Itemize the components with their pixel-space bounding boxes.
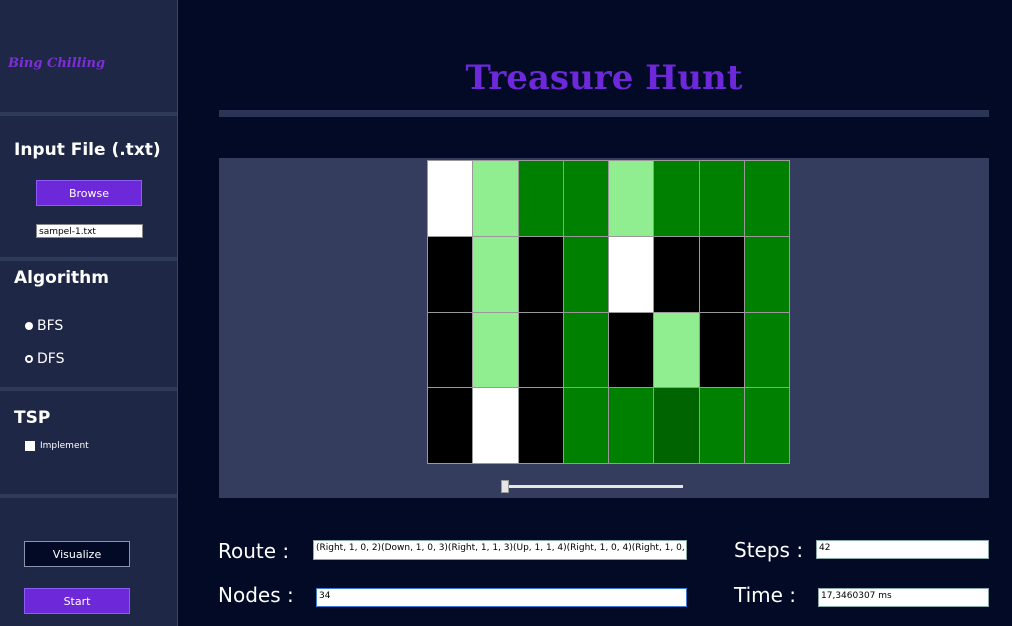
grid-cell bbox=[428, 236, 473, 312]
grid-cell bbox=[609, 312, 654, 388]
grid-cell bbox=[654, 312, 699, 388]
radio-bfs[interactable]: BFS bbox=[25, 318, 63, 334]
radio-dfs-indicator[interactable] bbox=[25, 355, 33, 363]
radio-bfs-indicator[interactable] bbox=[25, 322, 33, 330]
grid-cell bbox=[744, 236, 789, 312]
nodes-label: Nodes : bbox=[218, 583, 294, 607]
grid-cell bbox=[654, 236, 699, 312]
file-name-field[interactable]: sampel-1.txt bbox=[36, 224, 143, 238]
grid-cell bbox=[473, 236, 518, 312]
steps-label: Steps : bbox=[734, 538, 804, 562]
sidebar: Bing Chilling Input File (.txt) Browse s… bbox=[0, 0, 178, 626]
app-logo: Bing Chilling bbox=[8, 56, 106, 71]
grid-cell bbox=[563, 312, 608, 388]
start-button[interactable]: Start bbox=[24, 588, 130, 614]
page-title: Treasure Hunt bbox=[465, 58, 743, 98]
grid-cell bbox=[563, 161, 608, 236]
tsp-implement-checkbox[interactable]: Implement bbox=[25, 441, 89, 451]
nodes-field[interactable]: 34 bbox=[316, 588, 687, 607]
title-divider bbox=[219, 110, 989, 117]
grid-cell bbox=[744, 388, 789, 463]
grid-cell bbox=[518, 388, 563, 463]
grid-cell bbox=[699, 388, 744, 463]
grid-cell bbox=[699, 236, 744, 312]
maze-grid bbox=[427, 160, 790, 464]
grid-cell bbox=[428, 312, 473, 388]
grid-cell bbox=[518, 312, 563, 388]
grid-cell bbox=[699, 161, 744, 236]
divider bbox=[0, 112, 177, 116]
step-slider-thumb[interactable] bbox=[501, 480, 509, 493]
grid-cell bbox=[744, 161, 789, 236]
time-field[interactable]: 17,3460307 ms bbox=[818, 588, 989, 607]
grid-cell bbox=[563, 236, 608, 312]
grid-cell bbox=[473, 388, 518, 463]
grid-cell bbox=[473, 312, 518, 388]
input-file-heading: Input File (.txt) bbox=[14, 140, 161, 160]
grid-cell bbox=[563, 388, 608, 463]
grid-cell bbox=[654, 388, 699, 463]
radio-bfs-label: BFS bbox=[37, 318, 64, 334]
route-label: Route : bbox=[218, 539, 290, 563]
divider bbox=[0, 387, 177, 391]
checkbox-box[interactable] bbox=[25, 441, 35, 451]
grid-cell bbox=[428, 388, 473, 463]
time-label: Time : bbox=[734, 583, 797, 607]
grid-cell bbox=[518, 161, 563, 236]
tsp-implement-label: Implement bbox=[40, 441, 89, 451]
grid-cell bbox=[699, 312, 744, 388]
grid-cell bbox=[473, 161, 518, 236]
steps-field[interactable]: 42 bbox=[816, 540, 989, 559]
route-field[interactable]: (Right, 1, 0, 2)(Down, 1, 0, 3)(Right, 1… bbox=[313, 540, 687, 560]
grid-cell bbox=[609, 236, 654, 312]
grid-cell bbox=[428, 161, 473, 236]
grid-cell bbox=[744, 312, 789, 388]
grid-cell bbox=[654, 161, 699, 236]
radio-dfs[interactable]: DFS bbox=[25, 351, 64, 367]
divider bbox=[0, 257, 177, 261]
grid-cell bbox=[609, 388, 654, 463]
tsp-heading: TSP bbox=[14, 408, 51, 428]
grid-cell bbox=[609, 161, 654, 236]
divider bbox=[0, 494, 177, 498]
grid-cell bbox=[518, 236, 563, 312]
algorithm-heading: Algorithm bbox=[14, 268, 109, 288]
radio-dfs-label: DFS bbox=[37, 351, 65, 367]
visualize-button[interactable]: Visualize bbox=[24, 541, 130, 567]
browse-button[interactable]: Browse bbox=[36, 180, 142, 206]
step-slider-track[interactable] bbox=[503, 485, 683, 488]
